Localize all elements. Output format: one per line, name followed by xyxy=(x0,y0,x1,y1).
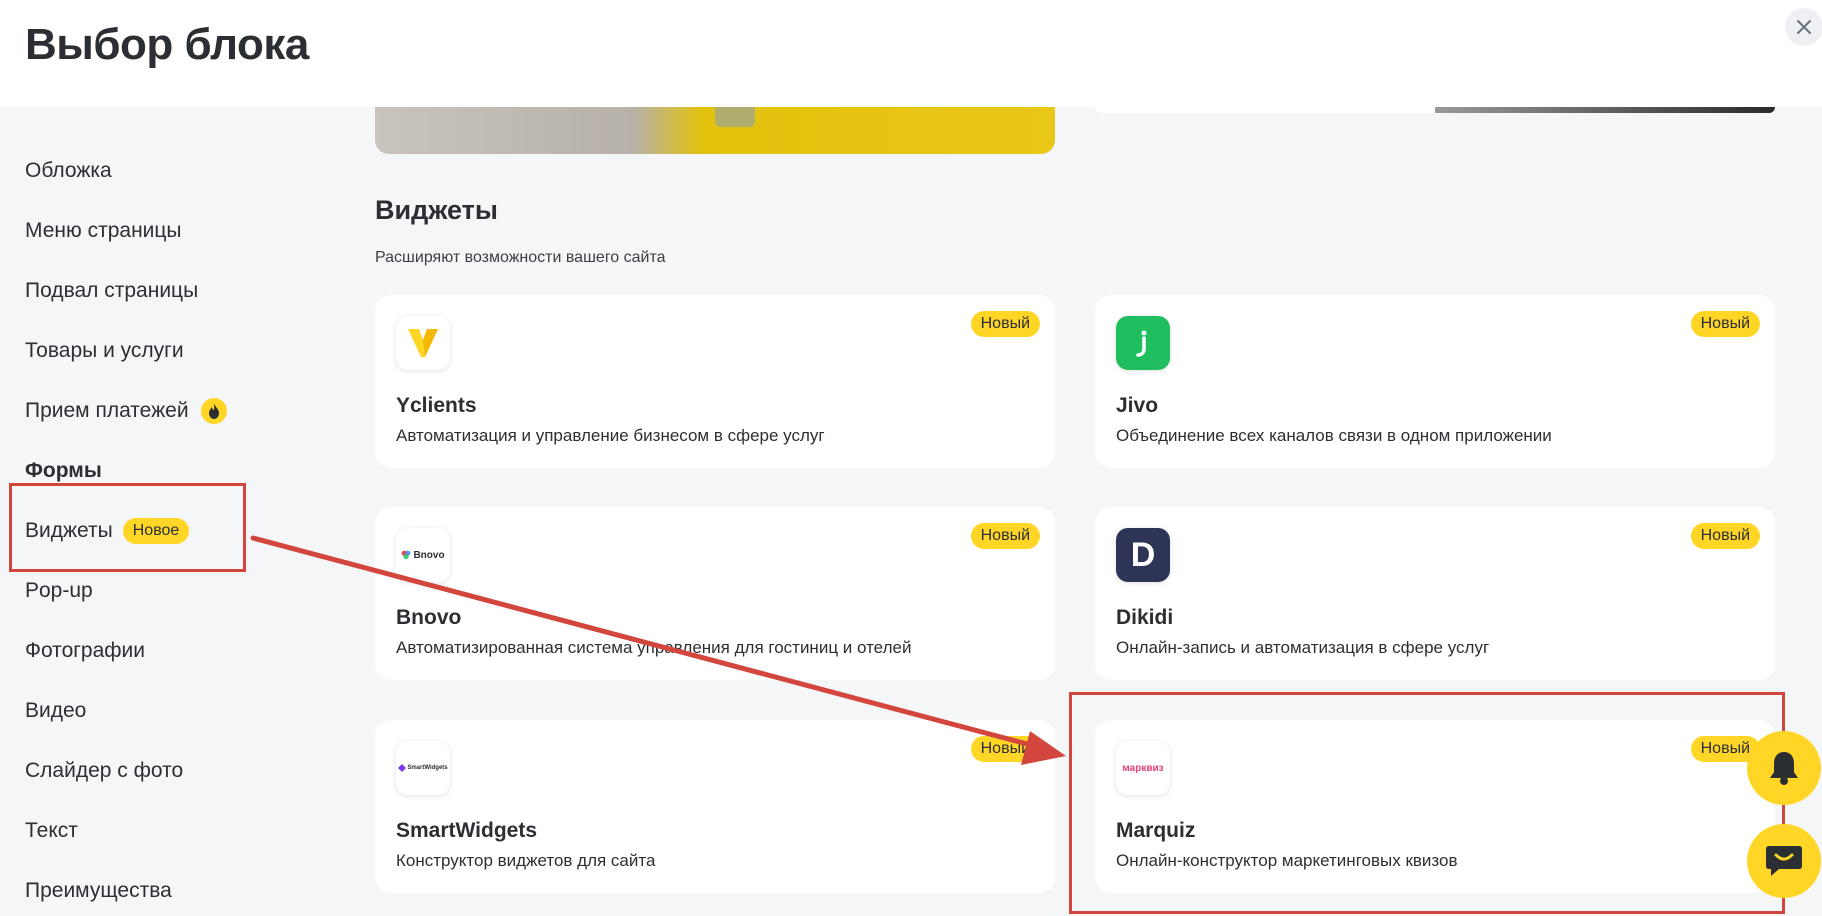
close-button[interactable] xyxy=(1785,8,1822,46)
new-badge: Новое xyxy=(122,518,190,544)
sidebar-item-page-menu[interactable]: Меню страницы xyxy=(25,216,182,246)
sidebar-item-label: Обложка xyxy=(25,159,112,182)
sidebar-item-label: Виджеты xyxy=(25,519,113,542)
new-badge: Новый xyxy=(1690,523,1760,549)
dikidi-logo: D xyxy=(1116,528,1170,582)
widget-card-bnovo[interactable]: Bnovo Новый Bnovo Автоматизированная сис… xyxy=(375,507,1055,680)
sidebar-item-label: Формы xyxy=(25,459,102,482)
page-title: Выбор блока xyxy=(25,20,309,69)
new-badge: Новый xyxy=(970,523,1040,549)
widget-card-smartwidgets[interactable]: SmartWidgets Новый SmartWidgets Конструк… xyxy=(375,720,1055,893)
close-icon xyxy=(1797,20,1811,34)
fire-icon xyxy=(200,398,227,424)
new-badge: Новый xyxy=(970,736,1040,762)
sidebar-item-label: Видео xyxy=(25,699,87,722)
card-title: Yclients xyxy=(396,394,477,417)
card-description: Онлайн-конструктор маркетинговых квизов xyxy=(1116,851,1458,870)
smartwidgets-logo: SmartWidgets xyxy=(396,741,450,795)
sidebar-item-label: Преимущества xyxy=(25,879,172,902)
preview-detail xyxy=(715,107,755,127)
bnovo-logo: Bnovo xyxy=(396,528,450,582)
card-description: Объединение всех каналов связи в одном п… xyxy=(1116,426,1552,445)
new-badge: Новый xyxy=(970,311,1040,337)
bnovo-logo-text: Bnovo xyxy=(413,549,445,561)
marquiz-logo-text: марквиз xyxy=(1122,762,1164,774)
header: Выбор блока xyxy=(0,0,1822,107)
sidebar-section-forms: Формы xyxy=(25,456,102,486)
smartwidgets-logo-text: SmartWidgets xyxy=(407,765,448,771)
section-title: Виджеты xyxy=(375,195,498,225)
sidebar-item-label: Меню страницы xyxy=(25,219,182,242)
card-title: Marquiz xyxy=(1116,819,1196,842)
sidebar-item-label: Текст xyxy=(25,819,78,842)
chat-button[interactable] xyxy=(1747,824,1821,898)
card-description: Онлайн-запись и автоматизация в сфере ус… xyxy=(1116,638,1490,657)
sidebar-item-products[interactable]: Товары и услуги xyxy=(25,336,184,366)
sidebar-item-advantages[interactable]: Преимущества xyxy=(25,876,172,906)
card-description: Автоматизированная система управления дл… xyxy=(396,638,912,657)
sidebar-item-text[interactable]: Текст xyxy=(25,816,78,846)
card-description: Конструктор виджетов для сайта xyxy=(396,851,656,870)
block-preview-image[interactable] xyxy=(375,107,1055,154)
sidebar-item-label: Слайдер с фото xyxy=(25,759,184,782)
widget-card-marquiz[interactable]: марквиз Новый Marquiz Онлайн-конструктор… xyxy=(1095,720,1775,893)
bell-icon xyxy=(1770,752,1798,785)
sidebar-item-payments[interactable]: Прием платежей xyxy=(25,396,227,426)
preview-detail xyxy=(1435,107,1775,113)
page: Выбор блока Обложка Меню страницы Подвал… xyxy=(0,0,1822,916)
sidebar-item-label: Прием платежей xyxy=(25,399,189,422)
widget-card-yclients[interactable]: Новый Yclients Автоматизация и управлени… xyxy=(375,295,1055,468)
sidebar-item-label: Pop-up xyxy=(25,579,93,602)
card-title: Bnovo xyxy=(396,606,462,629)
sidebar-item-page-footer[interactable]: Подвал страницы xyxy=(25,276,198,306)
block-preview-card[interactable] xyxy=(1095,107,1775,113)
jivo-logo xyxy=(1116,316,1170,370)
marquiz-logo: марквиз xyxy=(1116,741,1170,795)
chat-icon xyxy=(1766,846,1802,876)
new-badge: Новый xyxy=(1690,311,1760,337)
sidebar-item-widgets[interactable]: Виджеты Новое xyxy=(25,516,190,546)
dikidi-logo-text: D xyxy=(1130,535,1156,574)
card-title: SmartWidgets xyxy=(396,819,538,842)
sidebar-item-label: Подвал страницы xyxy=(25,279,199,302)
card-title: Dikidi xyxy=(1116,606,1174,629)
sidebar-item-label: Фотографии xyxy=(25,639,146,662)
card-title: Jivo xyxy=(1116,394,1159,417)
sidebar: Обложка Меню страницы Подвал страницы То… xyxy=(0,107,340,916)
notifications-button[interactable] xyxy=(1747,731,1821,805)
sidebar-item-popup[interactable]: Pop-up xyxy=(25,576,93,606)
card-description: Автоматизация и управление бизнесом в сф… xyxy=(396,426,825,445)
sidebar-item-photos[interactable]: Фотографии xyxy=(25,636,145,666)
sidebar-item-label: Товары и услуги xyxy=(25,339,184,362)
main-content: Виджеты Расширяют возможности вашего сай… xyxy=(375,107,1795,916)
section-subtitle: Расширяют возможности вашего сайта xyxy=(375,249,666,266)
widget-card-jivo[interactable]: Новый Jivo Объединение всех каналов связ… xyxy=(1095,295,1775,468)
sidebar-item-slider[interactable]: Слайдер с фото xyxy=(25,756,183,786)
yclients-logo xyxy=(396,316,450,370)
sidebar-item-video[interactable]: Видео xyxy=(25,696,86,726)
sidebar-item-cover[interactable]: Обложка xyxy=(25,156,112,186)
widget-card-dikidi[interactable]: D Новый Dikidi Онлайн-запись и автоматиз… xyxy=(1095,507,1775,680)
